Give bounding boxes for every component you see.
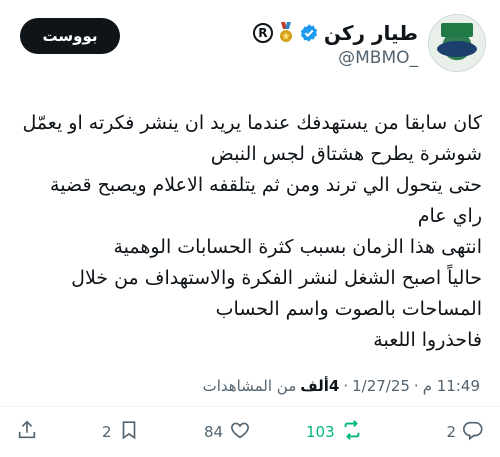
reply-button[interactable]: 2 <box>446 418 484 446</box>
share-button[interactable] <box>16 418 38 446</box>
tweet-actions: 2 103 84 2 <box>0 418 500 446</box>
tweet-text: كان سابقا من يستهدفك عندما يريد ان ينشر … <box>12 108 482 356</box>
author-handle[interactable]: @MBMO_ <box>338 48 418 68</box>
registered-icon: R <box>252 23 273 43</box>
tweet-meta: 11:49 م · 1/27/25 · 4ألف من المشاهدات <box>203 377 480 395</box>
views-label: من المشاهدات <box>202 377 297 395</box>
retweet-count: 103 <box>306 423 335 441</box>
tweet-page: طيار ركن R @MBMO_ بووست كان سابقا من يست… <box>0 0 500 457</box>
author-name-row: طيار ركن R <box>252 20 418 46</box>
tweet-date[interactable]: 1/27/25 <box>352 377 410 395</box>
tweet-line: حتى يتحول الي ترند ومن ثم يتلقفه الاعلام… <box>50 174 482 196</box>
share-icon <box>16 419 38 445</box>
tweet-line: فاحذروا اللعبة <box>373 329 482 351</box>
bookmark-icon <box>118 419 140 445</box>
divider <box>0 406 500 407</box>
medal-icon <box>278 22 294 44</box>
tweet-line: المساحات بالصوت واسم الحساب <box>215 298 482 320</box>
meta-separator: · <box>413 377 419 395</box>
retweet-button[interactable]: 103 <box>306 418 363 446</box>
meta-separator: · <box>343 377 349 395</box>
avatar[interactable] <box>428 14 486 72</box>
retweet-icon <box>341 419 363 445</box>
tweet-line: انتهى هذا الزمان بسبب كثرة الحسابات الوه… <box>113 236 482 258</box>
bookmark-count: 2 <box>102 423 112 441</box>
tweet-line: حالياً اصبح الشغل لنشر الفكرة والاستهداف… <box>71 267 482 289</box>
tweet-line: شوشرة يطرح هشتاق لجس النبض <box>210 143 482 165</box>
boost-button[interactable]: بووست <box>20 18 120 54</box>
views-count: 4ألف <box>300 377 340 395</box>
like-count: 84 <box>204 423 224 441</box>
tweet-time[interactable]: 11:49 م <box>423 377 480 395</box>
verified-icon <box>299 23 319 43</box>
reply-count: 2 <box>446 423 456 441</box>
avatar-flag-shape <box>441 23 473 37</box>
like-button[interactable]: 84 <box>204 418 251 446</box>
bookmark-button[interactable]: 2 <box>102 418 140 446</box>
tweet-line: راي عام <box>417 205 482 227</box>
avatar-emblem-shape <box>437 41 477 57</box>
tweet-header: طيار ركن R @MBMO_ بووست <box>16 14 486 74</box>
heart-icon <box>229 419 251 445</box>
tweet-line: كان سابقا من يستهدفك عندما يريد ان ينشر … <box>22 112 482 134</box>
author-display-name[interactable]: طيار ركن <box>324 21 418 45</box>
reply-icon <box>462 419 484 445</box>
